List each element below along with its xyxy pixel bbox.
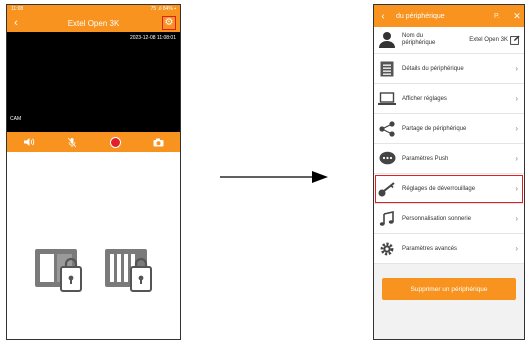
delete-device-button[interactable]: Supprimer un périphérique xyxy=(382,278,516,300)
menu-item-label: Paramètres Push xyxy=(402,155,449,162)
chevron-right-icon: › xyxy=(515,124,518,133)
chevron-right-icon: › xyxy=(515,184,518,193)
speaker-button[interactable] xyxy=(21,135,37,149)
record-icon xyxy=(109,136,121,148)
gear-icon xyxy=(380,242,394,255)
chevron-right-icon: › xyxy=(515,94,518,103)
live-view-screen: 11:08 75 .ıl 84% ▪ ‹ Extel Open 3K ⚙ 202… xyxy=(6,4,181,340)
door-lock-icon xyxy=(34,249,82,292)
chevron-right-icon: › xyxy=(515,154,518,163)
header-extra-text: P. xyxy=(494,12,500,20)
settings-gear-button[interactable]: ⚙ xyxy=(162,16,176,30)
camera-feed[interactable]: 2023-12-08 11:08:01 CAM xyxy=(7,32,180,132)
chat-icon xyxy=(379,151,395,165)
menu-item-unlock-settings[interactable]: Réglages de déverrouillage › xyxy=(374,174,524,204)
menu-item-push-settings[interactable]: Paramètres Push › xyxy=(374,144,524,174)
camera-icon xyxy=(153,138,164,146)
status-bar: 11:08 75 .ıl 84% ▪ xyxy=(7,5,180,14)
cam-label: CAM xyxy=(10,116,22,122)
live-view-header: ‹ Extel Open 3K ⚙ xyxy=(7,14,180,32)
settings-title: du périphérique xyxy=(396,12,445,20)
arrow-right-icon xyxy=(220,171,328,183)
unlock-door-button[interactable] xyxy=(33,245,85,295)
gear-icon: ⚙ xyxy=(164,17,174,28)
speaker-icon xyxy=(23,138,34,146)
mute-mic-button[interactable] xyxy=(64,135,80,149)
device-name-value: Extel Open 3K xyxy=(469,37,508,43)
chevron-right-icon: › xyxy=(515,244,518,253)
laptop-icon xyxy=(378,91,396,105)
user-icon xyxy=(379,32,395,48)
close-button[interactable]: ✕ xyxy=(510,11,524,22)
mic-off-icon xyxy=(67,137,77,147)
menu-item-label: Réglages de déverrouillage xyxy=(402,185,476,192)
chevron-right-icon: › xyxy=(515,64,518,73)
unlock-buttons xyxy=(7,245,180,295)
device-title: Extel Open 3K xyxy=(67,18,120,28)
chevron-right-icon: › xyxy=(515,214,518,223)
device-name-label: Nom du périphérique xyxy=(402,33,436,46)
record-button[interactable] xyxy=(107,135,123,149)
status-indicators: 75 .ıl 84% ▪ xyxy=(150,6,176,12)
snapshot-button[interactable] xyxy=(150,135,166,149)
menu-item-ringtone[interactable]: Personnalisation sonnerie › xyxy=(374,204,524,234)
share-icon xyxy=(379,120,395,137)
control-bar xyxy=(7,132,180,152)
back-button[interactable]: ‹ xyxy=(7,17,25,29)
menu-item-device-details[interactable]: Détails du périphérique › xyxy=(374,54,524,84)
menu-item-label: Paramètres avancés xyxy=(402,245,458,252)
menu-item-display-settings[interactable]: Afficher réglages › xyxy=(374,84,524,114)
settings-header: ‹ du périphérique P. ✕ xyxy=(374,5,524,27)
music-icon xyxy=(379,210,394,226)
device-name-row[interactable]: Nom du périphérique Extel Open 3K xyxy=(374,27,524,54)
back-button[interactable]: ‹ xyxy=(374,11,392,22)
list-icon xyxy=(380,61,394,76)
status-time: 11:08 xyxy=(11,6,24,12)
feed-timestamp: 2023-12-08 11:08:01 xyxy=(129,35,176,41)
menu-item-label: Personnalisation sonnerie xyxy=(402,215,472,222)
edit-icon[interactable] xyxy=(510,35,520,45)
unlock-gate-button[interactable] xyxy=(103,245,155,295)
key-icon xyxy=(378,181,395,196)
device-settings-screen: ‹ du périphérique P. ✕ Nom du périphériq… xyxy=(373,4,525,340)
menu-item-label: Partage de périphérique xyxy=(402,125,467,132)
menu-item-label: Afficher réglages xyxy=(402,95,447,102)
menu-item-device-sharing[interactable]: Partage de périphérique › xyxy=(374,114,524,144)
menu-item-label: Détails du périphérique xyxy=(402,65,464,72)
menu-item-advanced-settings[interactable]: Paramètres avancés › xyxy=(374,234,524,264)
gate-lock-icon xyxy=(104,249,152,292)
